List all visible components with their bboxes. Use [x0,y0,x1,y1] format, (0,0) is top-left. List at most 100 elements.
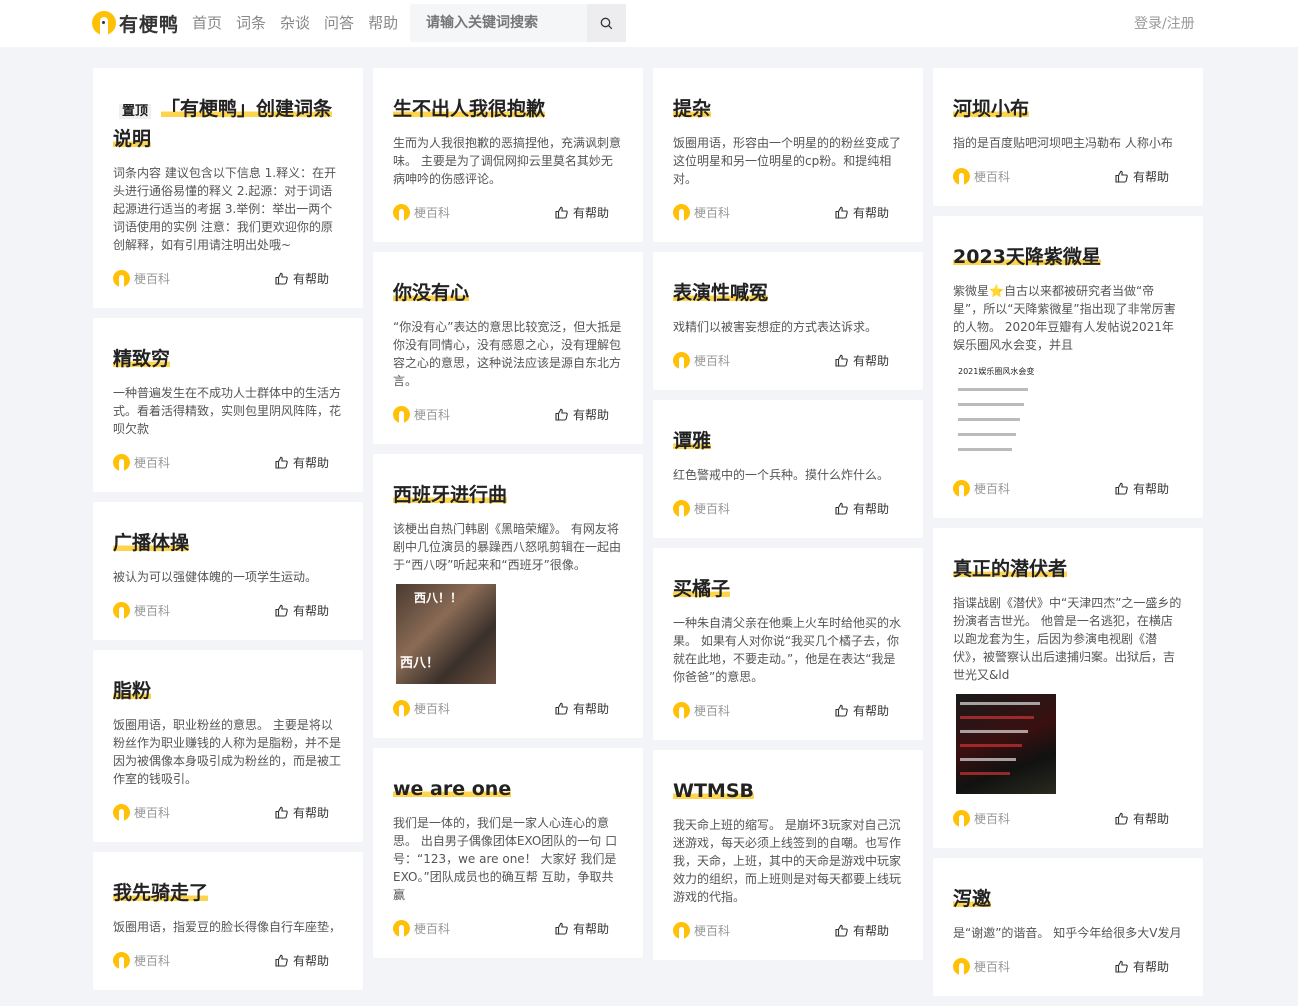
author-link[interactable]: 梗百科 [113,601,170,619]
helpful-button[interactable]: 有帮助 [275,804,329,821]
helpful-label: 有帮助 [292,603,329,618]
nav-entries[interactable]: 词条 [236,12,266,33]
helpful-button[interactable]: 有帮助 [1115,480,1169,497]
author-link[interactable]: 梗百科 [673,351,730,369]
author-name: 梗百科 [414,407,451,422]
helpful-label: 有帮助 [852,923,889,938]
author-link[interactable]: 梗百科 [673,701,730,719]
helpful-button[interactable]: 有帮助 [275,454,329,471]
entry-card[interactable]: 谭雅 红色警戒中的一个兵种。摸什么炸什么。 梗百科 有帮助 [653,400,923,538]
entry-description: 是“谢邀”的谐音。 知乎今年给很多大V发月 [953,926,1182,940]
entry-card[interactable]: we are one 我们是一体的，我们是一家人心连心的意思。 出自男子偶像团体E… [373,748,643,958]
helpful-button[interactable]: 有帮助 [275,952,329,969]
entry-title[interactable]: 提杂 [673,98,712,120]
nav-chat[interactable]: 杂谈 [280,12,310,33]
entry-title[interactable]: we are one [393,778,512,800]
author-link[interactable]: 梗百科 [393,203,450,221]
entry-title[interactable]: 2023天降紫微星 [953,246,1101,268]
entry-card[interactable]: 泻邀是“谢邀”的谐音。 知乎今年给很多大V发月梗百科 有帮助 [933,858,1203,996]
entry-card[interactable]: 脂粉饭圈用语，职业粉丝的意思。 主要是将以粉丝作为职业赚钱的人称为是脂粉，并不是… [93,650,363,842]
helpful-button[interactable]: 有帮助 [835,922,889,939]
entry-card[interactable]: WTMSB 我天命上班的缩写。 是崩坏3玩家对自己沉迷游戏，每天必须上线签到的自嘲… [653,750,923,960]
helpful-button[interactable]: 有帮助 [1115,168,1169,185]
search-button[interactable] [587,4,626,42]
entry-card[interactable]: 我先骑走了 饭圈用语，指爱豆的脸长得像自行车座垫， 梗百科 有帮助 [93,852,363,990]
entry-card[interactable]: 生不出人我很抱歉 生而为人我很抱歉的恶搞捏他，充满讽刺意味。 主要是为了调侃网抑云… [373,68,643,242]
entry-title[interactable]: 西班牙进行曲 [393,484,508,506]
entry-title[interactable]: WTMSB [673,780,754,802]
top-navbar: 有梗鸭 首页 词条 杂谈 问答 帮助 登录/注册 [0,0,1298,47]
entry-title[interactable]: 广播体操 [113,532,190,554]
entry-title[interactable]: 谭雅 [673,430,712,452]
helpful-button[interactable]: 有帮助 [555,406,609,423]
author-link[interactable]: 梗百科 [673,499,730,517]
entry-card[interactable]: 你没有心 “你没有心”表达的意思比较宽泛，但大抵是你没有同情心，没有感恩之心，没有… [373,252,643,444]
author-link[interactable]: 梗百科 [953,479,1010,497]
author-link[interactable]: 梗百科 [113,951,170,969]
nav-home[interactable]: 首页 [192,12,222,33]
entry-header: 泻邀 [953,884,1183,914]
entry-image[interactable]: 2021娱乐圈风水会变 [956,364,1056,464]
author-link[interactable]: 梗百科 [673,921,731,939]
entry-footer: 梗百科 有帮助 [393,202,623,222]
entry-card[interactable]: 置顶 「有梗鸭」创建词条说明 词条内容 建议包含以下信息 1.释义：在开头进行通俗易… [93,68,363,308]
helpful-button[interactable]: 有帮助 [835,352,889,369]
helpful-button[interactable]: 有帮助 [1115,810,1169,827]
author-link[interactable]: 梗百科 [393,699,450,717]
entry-title[interactable]: 泻邀 [953,888,992,910]
author-link[interactable]: 梗百科 [113,803,171,821]
entry-description: 我们是一体的，我们是一家人心连心的意思。 出自男子偶像团体EXO团队的一句 口号… [393,816,618,902]
entry-title[interactable]: 我先骑走了 [113,882,209,904]
entry-card[interactable]: 河坝小布 指的是百度贴吧河坝吧主冯勒布 人称小布 梗百科 有帮助 [933,68,1203,206]
entry-card[interactable]: 2023天降紫微星 紫微星⭐自古以来都被研究者当做“帝星”，所以“天降紫微星”指出… [933,216,1203,518]
duck-logo-icon [92,11,116,35]
entry-card[interactable]: 西班牙进行曲 该梗出自热门韩剧《黑暗荣耀》。 有网友将剧中几位演员的暴躁西八怒吼剪… [373,454,643,738]
entry-image[interactable]: 西八！！ 西八！ [396,584,496,684]
author-link[interactable]: 梗百科 [673,203,730,221]
author-name: 梗百科 [694,923,731,938]
entry-header: 置顶 「有梗鸭」创建词条说明 [113,94,343,154]
entry-title[interactable]: 生不出人我很抱歉 [393,98,546,120]
helpful-button[interactable]: 有帮助 [1115,958,1169,975]
author-link[interactable]: 梗百科 [953,957,1010,975]
helpful-button[interactable]: 有帮助 [835,204,889,221]
helpful-button[interactable]: 有帮助 [555,204,609,221]
nav-qa[interactable]: 问答 [324,12,354,33]
entry-card[interactable]: 提杂 饭圈用语，形容由一个明星的的粉丝变成了这位明星和另一位明星的cp粉。和提纯相… [653,68,923,242]
list-image-title: 2021娱乐圈风水会变 [958,367,1035,376]
helpful-button[interactable]: 有帮助 [835,702,889,719]
helpful-button[interactable]: 有帮助 [275,270,329,287]
author-link[interactable]: 梗百科 [953,167,1010,185]
entry-footer: 梗百科 有帮助 [393,404,623,424]
author-link[interactable]: 梗百科 [953,809,1010,827]
helpful-button[interactable]: 有帮助 [555,700,609,717]
list-image-line [958,433,1016,436]
author-link[interactable]: 梗百科 [393,405,451,423]
helpful-button[interactable]: 有帮助 [275,602,329,619]
entry-card[interactable]: 广播体操 被认为可以强健体魄的一项学生运动。 梗百科 有帮助 [93,502,363,640]
entry-footer: 梗百科 有帮助 [113,268,343,288]
helpful-button[interactable]: 有帮助 [835,500,889,517]
entry-title[interactable]: 买橘子 [673,578,731,600]
brand-logo[interactable]: 有梗鸭 [92,9,179,37]
nav-help[interactable]: 帮助 [368,12,398,33]
author-name: 梗百科 [134,805,171,820]
entry-title[interactable]: 真正的潜伏者 [953,558,1068,580]
author-link[interactable]: 梗百科 [113,269,170,287]
entry-title[interactable]: 你没有心 [393,282,470,304]
login-register-link[interactable]: 登录/注册 [1134,13,1195,33]
entry-image[interactable] [956,694,1056,794]
entry-card[interactable]: 表演性喊冤 戏精们以被害妄想症的方式表达诉求。 梗百科 有帮助 [653,252,923,390]
author-link[interactable]: 梗百科 [113,453,170,471]
entry-title[interactable]: 表演性喊冤 [673,282,769,304]
entry-title[interactable]: 精致穷 [113,348,171,370]
entry-card[interactable]: 买橘子 一种朱自清父亲在他乘上火车时给他买的水果。 如果有人对你说“我买几个橘子去… [653,548,923,740]
entry-title[interactable]: 河坝小布 [953,98,1030,120]
entry-title[interactable]: 脂粉 [113,680,152,702]
entry-card[interactable]: 真正的潜伏者 指谍战剧《潜伏》中“天津四杰”之一盛乡的扮演者吉世光。 他曾是一名逃… [933,528,1203,848]
entry-card[interactable]: 精致穷 一种普遍发生在不成功人士群体中的生活方式。看着活得精致，实则包里阴风阵阵，… [93,318,363,492]
entry-description: 饭圈用语，职业粉丝的意思。 主要是将以粉丝作为职业赚钱的人称为是脂粉，并不是因为… [113,718,342,786]
search-input[interactable] [410,4,586,42]
thumbs-up-icon [555,702,568,715]
entry-header: 真正的潜伏者 [953,554,1183,584]
